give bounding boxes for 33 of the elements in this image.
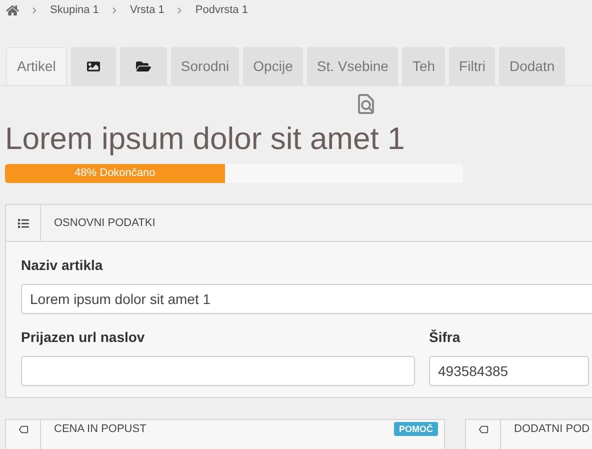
tag-icon [18,424,28,435]
image-icon [86,60,100,72]
help-button[interactable]: POMOČ [394,422,438,436]
progress-label: 48% Dokončano [74,166,156,182]
field-label: Naziv artikla [21,256,104,275]
panel-title: DODATNI POD [514,423,590,437]
tab[interactable]: Dodatn [499,47,565,85]
chevron-icon [176,6,184,14]
input-field[interactable]: 493584385 [429,356,589,386]
field-label: Šifra [429,328,462,347]
tab[interactable]: Opcije [243,47,303,85]
breadcrumb-link[interactable]: Podvrsta 1 [195,2,248,18]
breadcrumb-link[interactable]: Skupina 1 [50,2,99,18]
breadcrumb-link[interactable]: Vrsta 1 [130,2,164,18]
tab[interactable]: Sorodni [170,47,240,85]
tab[interactable]: Artikel [6,47,67,85]
input-field[interactable]: Lorem ipsum dolor sit amet 1 [21,284,592,314]
tab[interactable] [120,47,167,85]
panel-title: CENA IN POPUST [54,423,146,437]
tab[interactable] [70,47,116,85]
tag-icon [478,424,488,435]
list-icon [18,218,28,228]
tab[interactable]: St. Vsebine [306,47,398,85]
page-title: Lorem ipsum dolor sit amet 1 [4,120,406,158]
folder-icon [136,58,151,74]
home-icon[interactable] [6,4,19,16]
tab[interactable]: Teh [402,47,446,85]
chevron-icon [31,6,38,14]
input-field[interactable] [21,356,415,386]
field-label: Prijazen url naslov [21,328,146,347]
chevron-icon [110,6,118,14]
panel-title: OSNOVNI PODATKI [54,216,156,231]
tab[interactable]: Filtri [449,47,496,85]
